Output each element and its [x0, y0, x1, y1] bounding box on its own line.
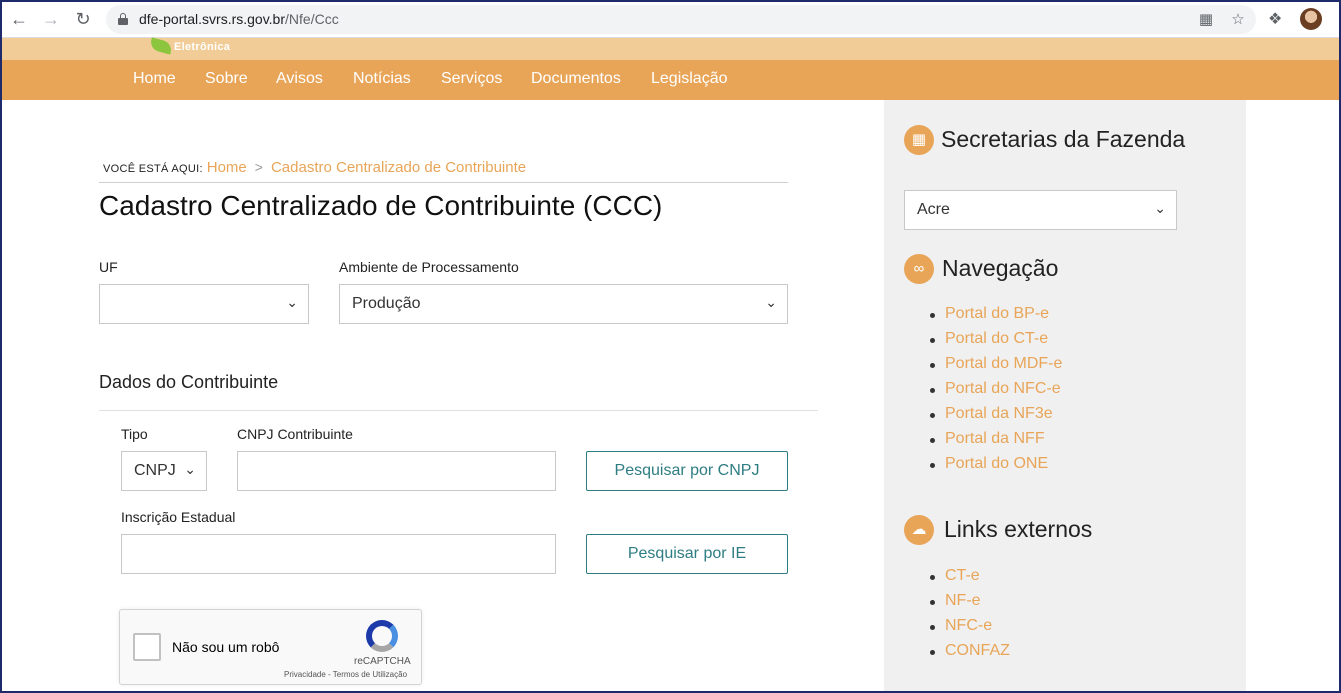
qr-code-icon[interactable]: ▦ [1197, 11, 1215, 29]
nav-sobre[interactable]: Sobre [205, 70, 248, 88]
nav-link-nff[interactable]: Portal da NFF [930, 430, 1062, 455]
nav-link-cte[interactable]: Portal do CT-e [930, 330, 1062, 355]
back-icon[interactable]: ← [8, 8, 30, 30]
logo-leaf-icon [148, 37, 174, 55]
recaptcha-logo-icon [366, 620, 398, 652]
nav-link-one[interactable]: Portal do ONE [930, 455, 1062, 480]
nav-link-nf3e[interactable]: Portal da NF3e [930, 405, 1062, 430]
sidebar: ▦ Secretarias da Fazenda Acre ⌄ ∞ Navega… [884, 100, 1246, 693]
recaptcha-brand: reCAPTCHA [354, 656, 411, 667]
tipo-select[interactable]: CNPJ ⌄ [121, 451, 207, 491]
main-navigation: Home Sobre Avisos Notícias Serviços Docu… [2, 60, 1339, 100]
section-title-dados: Dados do Contribuinte [99, 372, 279, 392]
breadcrumb-label: Você está aqui: [103, 163, 203, 175]
uf-select[interactable]: ⌄ [99, 284, 309, 324]
secretarias-select[interactable]: Acre ⌄ [904, 190, 1177, 230]
reload-icon[interactable]: ↻ [72, 8, 94, 30]
nav-noticias[interactable]: Notícias [353, 70, 411, 88]
site-logo-bar: Eletrônica [2, 37, 1339, 60]
tipo-label: Tipo [121, 426, 148, 442]
uf-label: UF [99, 259, 118, 275]
breadcrumb-current[interactable]: Cadastro Centralizado de Contribuinte [271, 159, 526, 176]
nav-documentos[interactable]: Documentos [531, 70, 621, 88]
breadcrumb-separator: > [254, 159, 263, 175]
link-icon: ∞ [904, 254, 934, 284]
star-icon[interactable]: ☆ [1229, 11, 1247, 29]
ext-link-nfe[interactable]: NF-e [930, 592, 1010, 617]
nav-avisos[interactable]: Avisos [276, 70, 323, 88]
nav-link-nfce[interactable]: Portal do NFC-e [930, 380, 1062, 405]
building-icon: ▦ [904, 125, 934, 155]
ie-input[interactable] [121, 534, 556, 574]
recaptcha-terms[interactable]: Privacidade - Termos de Utilização [284, 670, 407, 679]
lock-icon[interactable] [118, 13, 128, 25]
cnpj-label: CNPJ Contribuinte [237, 426, 353, 442]
chevron-down-icon: ⌄ [184, 461, 196, 477]
search-ie-button[interactable]: Pesquisar por IE [586, 534, 788, 574]
recaptcha-widget: Não sou um robô reCAPTCHA Privacidade - … [119, 609, 422, 685]
puzzle-icon[interactable]: ❖ [1268, 9, 1282, 29]
cnpj-input[interactable] [237, 451, 556, 491]
ext-link-confaz[interactable]: CONFAZ [930, 642, 1010, 667]
nav-legislacao[interactable]: Legislação [651, 70, 728, 88]
nav-home[interactable]: Home [133, 70, 176, 88]
ambiente-label: Ambiente de Processamento [339, 259, 519, 275]
links-externos-title: Links externos [944, 516, 1093, 542]
breadcrumb-divider [99, 182, 788, 183]
navegacao-title: Navegação [942, 255, 1059, 281]
breadcrumb-home[interactable]: Home [207, 159, 247, 176]
ext-link-nfce[interactable]: NFC-e [930, 617, 1010, 642]
secretarias-title: Secretarias da Fazenda [941, 126, 1186, 152]
chevron-down-icon: ⌄ [765, 294, 777, 310]
page-title: Cadastro Centralizado de Contribuinte (C… [99, 190, 663, 221]
chevron-down-icon: ⌄ [1154, 200, 1166, 216]
ambiente-select-value: Produção [352, 295, 421, 312]
secretarias-select-value: Acre [917, 201, 950, 218]
breadcrumb: Você está aqui: Home > Cadastro Centraliza… [103, 159, 526, 176]
browser-toolbar: ← → ↻ dfe-portal.svrs.rs.gov.br/Nfe/Ccc … [0, 0, 1341, 38]
nav-link-bpe[interactable]: Portal do BP-e [930, 305, 1062, 330]
cloud-icon: ☁ [904, 515, 934, 545]
recaptcha-checkbox[interactable] [133, 633, 161, 661]
url-text[interactable]: dfe-portal.svrs.rs.gov.br/Nfe/Ccc [139, 11, 339, 27]
recaptcha-label: Não sou um robô [172, 639, 280, 655]
forward-icon[interactable]: → [40, 8, 62, 30]
ambiente-select[interactable]: Produção ⌄ [339, 284, 788, 324]
profile-avatar[interactable] [1300, 8, 1322, 30]
ie-label: Inscrição Estadual [121, 509, 236, 525]
chevron-down-icon: ⌄ [286, 294, 298, 310]
ext-link-cte[interactable]: CT-e [930, 567, 1010, 592]
address-bar[interactable]: dfe-portal.svrs.rs.gov.br/Nfe/Ccc ▦ ☆ [106, 5, 1256, 34]
tipo-select-value: CNPJ [134, 462, 176, 479]
navegacao-list: Portal do BP-e Portal do CT-e Portal do … [930, 305, 1062, 480]
logo-text: Eletrônica [174, 41, 231, 53]
search-cnpj-button[interactable]: Pesquisar por CNPJ [586, 451, 788, 491]
nav-link-mdfe[interactable]: Portal do MDF-e [930, 355, 1062, 380]
nav-servicos[interactable]: Serviços [441, 70, 502, 88]
section-divider [99, 410, 818, 411]
links-externos-list: CT-e NF-e NFC-e CONFAZ [930, 567, 1010, 667]
